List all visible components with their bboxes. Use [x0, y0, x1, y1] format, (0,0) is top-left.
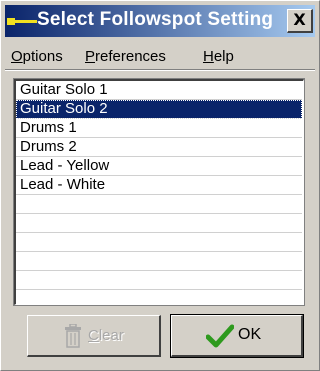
list-item-label: Guitar Solo 1	[20, 81, 108, 98]
list-item[interactable]: Drums 1	[16, 119, 302, 138]
empty-row	[16, 233, 302, 252]
list-item-label: Lead - White	[20, 176, 106, 193]
close-icon: X	[293, 10, 306, 29]
empty-row	[16, 214, 302, 233]
close-button[interactable]: X	[287, 9, 313, 33]
dialog-window: Select Followspot Setting X Options Pref…	[0, 0, 320, 371]
list-item-label: Drums 2	[20, 138, 77, 155]
ok-button[interactable]: OK	[170, 314, 304, 358]
empty-row	[16, 271, 302, 290]
list-item[interactable]: Guitar Solo 1	[16, 81, 302, 100]
checkmark-icon	[206, 324, 234, 348]
menu-options-mnemonic: O	[11, 48, 23, 65]
list-item[interactable]: Lead - White	[16, 176, 302, 195]
trash-icon	[65, 324, 81, 348]
list-item-label: Drums 1	[20, 119, 77, 136]
window-title: Select Followspot Setting	[37, 9, 274, 30]
list-item[interactable]: Drums 2	[16, 138, 302, 157]
menu-help[interactable]: Help	[203, 48, 234, 65]
menu-options-label: ptions	[22, 48, 63, 65]
empty-row	[16, 195, 302, 214]
clear-label-rest: lear	[98, 327, 124, 344]
empty-row	[16, 290, 302, 304]
menu-preferences-mnemonic: P	[85, 48, 96, 65]
menu-options[interactable]: Options	[11, 48, 63, 65]
clear-button-label: Clear	[88, 327, 124, 344]
list-item-label: Guitar Solo 2	[20, 100, 108, 117]
followspot-list[interactable]: Guitar Solo 1 Guitar Solo 2 Drums 1 Drum…	[13, 78, 305, 306]
ok-button-label: OK	[238, 326, 262, 343]
empty-row	[16, 252, 302, 271]
menu-preferences[interactable]: Preferences	[85, 48, 166, 65]
menu-preferences-label: references	[95, 48, 166, 65]
title-bar[interactable]: Select Followspot Setting X	[5, 5, 315, 37]
list-item-label: Lead - Yellow	[20, 157, 110, 174]
followspot-icon	[7, 18, 37, 25]
list-item-selected[interactable]: Guitar Solo 2	[16, 100, 302, 119]
clear-button[interactable]: Clear	[27, 315, 161, 357]
menu-help-label: elp	[213, 48, 234, 65]
menu-help-mnemonic: H	[203, 48, 214, 65]
menu-bar: Options Preferences Help	[5, 43, 315, 70]
clear-mnemonic: C	[88, 327, 99, 344]
list-item[interactable]: Lead - Yellow	[16, 157, 302, 176]
